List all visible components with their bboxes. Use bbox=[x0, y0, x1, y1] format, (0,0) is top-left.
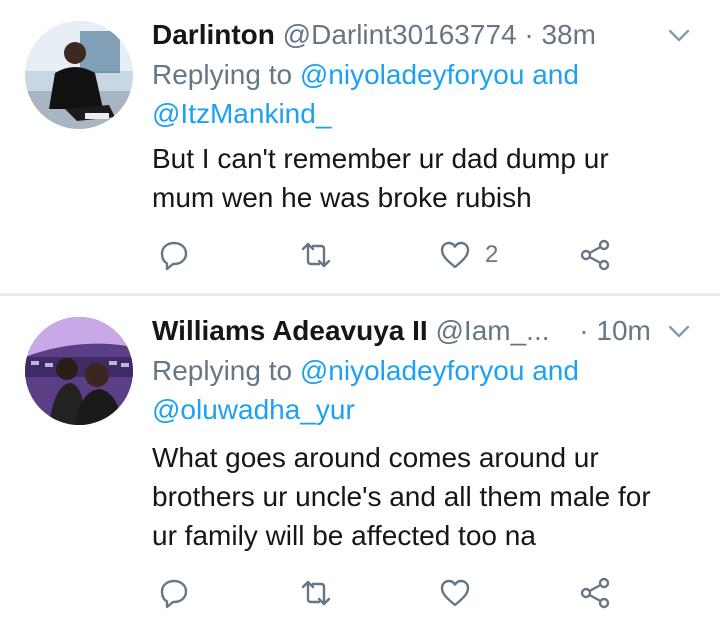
like-button[interactable]: 2 bbox=[439, 235, 498, 275]
separator: · bbox=[579, 315, 589, 346]
replying-label: Replying to bbox=[152, 355, 293, 386]
tweet-text-line: mum wen he was broke rubish bbox=[152, 182, 532, 213]
tweet-header: Williams Adeavuya II @Iam_... · 10m bbox=[152, 313, 651, 349]
action-bar: 2 bbox=[0, 235, 720, 275]
avatar[interactable] bbox=[25, 317, 133, 425]
share-icon bbox=[580, 577, 610, 609]
retweet-icon bbox=[301, 242, 331, 268]
tweet-text: What goes around comes around ur brother… bbox=[152, 438, 651, 555]
tweet-text: But I can't remember ur dad dump ur mum … bbox=[152, 139, 609, 217]
like-button[interactable] bbox=[439, 573, 485, 613]
replying-to: Replying to @niyoladeyforyou and @ItzMan… bbox=[152, 55, 579, 133]
heart-icon bbox=[440, 579, 470, 607]
avatar-image bbox=[25, 317, 133, 425]
avatar-image bbox=[25, 21, 133, 129]
retweet-button[interactable] bbox=[300, 573, 346, 613]
share-button[interactable] bbox=[579, 573, 611, 613]
share-button[interactable] bbox=[579, 235, 611, 275]
replying-to: Replying to @niyoladeyforyou and @oluwad… bbox=[152, 351, 579, 429]
heart-icon bbox=[440, 241, 470, 269]
timestamp[interactable]: 10m bbox=[596, 315, 650, 346]
separator: · bbox=[524, 19, 534, 50]
replying-and[interactable]: and bbox=[532, 355, 579, 386]
retweet-button[interactable] bbox=[300, 235, 346, 275]
tweet-text-line: ur family will be affected too na bbox=[152, 520, 536, 551]
tweet-text-line: What goes around comes around ur bbox=[152, 442, 599, 473]
tweet-header: Darlinton @Darlint30163774 · 38m bbox=[152, 17, 596, 53]
replying-and[interactable]: and bbox=[532, 59, 579, 90]
reply-icon bbox=[160, 241, 188, 271]
mention-link[interactable]: @niyoladeyforyou bbox=[300, 355, 525, 386]
mention-link[interactable]: @oluwadha_yur bbox=[152, 394, 355, 425]
reply-icon bbox=[160, 579, 188, 609]
mention-link[interactable]: @ItzMankind_ bbox=[152, 98, 331, 129]
share-icon bbox=[580, 239, 610, 271]
chevron-down-icon[interactable] bbox=[666, 318, 692, 344]
tweet-text-line: brothers ur uncle's and all them male fo… bbox=[152, 481, 651, 512]
user-handle[interactable]: @Darlint30163774 bbox=[283, 19, 517, 50]
like-count: 2 bbox=[485, 241, 499, 268]
display-name[interactable]: Darlinton bbox=[152, 19, 275, 50]
reply-button[interactable] bbox=[158, 235, 204, 275]
mention-link[interactable]: @niyoladeyforyou bbox=[300, 59, 525, 90]
replying-label: Replying to bbox=[152, 59, 293, 90]
tweet-text-line: But I can't remember ur dad dump ur bbox=[152, 143, 609, 174]
retweet-icon bbox=[301, 580, 331, 606]
avatar[interactable] bbox=[25, 21, 133, 129]
timestamp[interactable]: 38m bbox=[541, 19, 595, 50]
tweet[interactable]: Williams Adeavuya II @Iam_... · 10m Repl… bbox=[0, 296, 720, 626]
chevron-down-icon[interactable] bbox=[666, 22, 692, 48]
action-bar bbox=[0, 573, 720, 613]
reply-button[interactable] bbox=[158, 573, 204, 613]
user-handle[interactable]: @Iam_... bbox=[436, 315, 550, 346]
tweet[interactable]: Darlinton @Darlint30163774 · 38m Replyin… bbox=[0, 0, 720, 293]
display-name[interactable]: Williams Adeavuya II bbox=[152, 315, 428, 346]
